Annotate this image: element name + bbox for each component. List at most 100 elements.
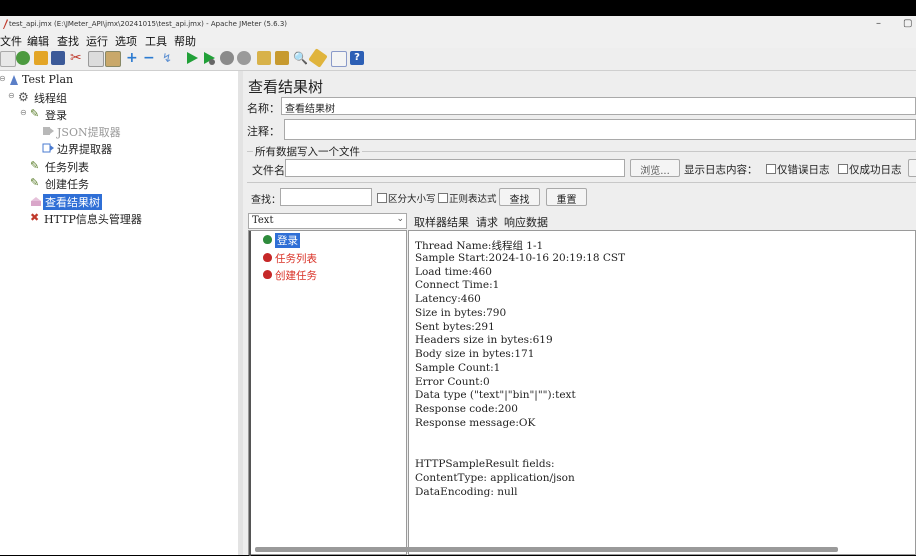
case-sensitive-checkbox[interactable] [377,193,387,203]
regex-label: 正则表达式 [449,194,497,205]
templates-icon[interactable] [16,51,30,65]
menu-tools[interactable]: 工具 [145,33,167,49]
function-helper-icon[interactable] [331,51,347,67]
search-label: 查找： [251,195,281,206]
error-shield-icon [263,253,272,262]
reset-search-icon[interactable] [308,48,328,68]
maximize-button[interactable]: ▢ [903,18,912,29]
help-icon[interactable]: ? [350,51,364,65]
panel-title: 查看结果树 [248,78,324,96]
window-title-bar: test_api.jmx (E:\JMeter_API\jmx\20241015… [0,16,916,32]
tab-request[interactable]: 请求 [476,214,498,230]
detail-line: Response message:OK [415,417,536,429]
case-sensitive-label: 区分大小写 [388,194,436,205]
menu-run[interactable]: 运行 [86,33,108,49]
detail-line: ContentType: application/json [415,472,575,484]
start-icon[interactable] [185,51,199,65]
detail-line: Body size in bytes:171 [415,348,535,360]
browse-button[interactable]: 浏览... [630,159,680,177]
detail-line: Sample Start:2024-10-16 20:19:18 CST [415,252,626,264]
renderer-select[interactable]: Text ⌄ [248,213,407,229]
stop-icon[interactable] [220,51,234,65]
sampler-result-text[interactable]: Thread Name:线程组 1-1 Sample Start:2024-10… [408,230,916,555]
menu-help[interactable]: 帮助 [174,33,196,49]
paste-icon[interactable] [105,51,121,67]
detail-line: Data type ("text"|"bin"|""):text [415,389,576,401]
detail-line: Size in bytes:790 [415,307,507,319]
error-shield-icon [263,270,272,279]
comment-label: 注释： [247,125,280,138]
detail-line: Connect Time:1 [415,279,500,291]
file-section-title: 所有数据写入一个文件 [253,144,362,159]
sampler-icon: ✎ [30,159,40,172]
success-only-checkbox[interactable] [838,164,848,174]
jmeter-feather-icon [3,19,8,29]
reset-button[interactable]: 重置 [546,188,587,206]
detail-line: Sent bytes:291 [415,321,495,333]
view-results-tree-panel: 查看结果树 名称： 查看结果树 注释： 所有数据写入一个文件 文件名 浏览...… [243,71,916,556]
shutdown-icon[interactable] [237,51,251,65]
extractor-icon [42,143,54,153]
detail-line: Headers size in bytes:619 [415,334,553,346]
divider [247,182,916,183]
expand-icon[interactable]: + [126,51,140,65]
chevron-down-icon: ⌄ [396,214,404,224]
gear-icon: ⚙ [18,90,29,104]
menu-search[interactable]: 查找 [57,33,79,49]
menu-bar: 文件 编辑 查找 运行 选项 工具 帮助 [0,32,916,48]
regex-checkbox[interactable] [438,193,448,203]
errors-only-checkbox[interactable] [766,164,776,174]
detail-line: Load time:460 [415,266,492,278]
listener-icon [31,197,41,206]
toggle-icon[interactable]: ↯ [162,51,176,65]
search-input[interactable] [280,188,372,206]
detail-line: Sample Count:1 [415,362,501,374]
filename-label: 文件名 [252,164,285,177]
detail-line: Response code:200 [415,403,518,415]
start-no-pause-icon[interactable] [202,51,216,65]
sampler-icon: ✎ [30,107,40,120]
detail-line: DataEncoding: null [415,486,518,498]
tree-expander[interactable]: ⊖ [0,74,6,83]
tab-sampler-result[interactable]: 取样器结果 [414,214,469,230]
test-plan-tree: ⊖ Test Plan ⊖ ⚙ 线程组 ⊖ ✎ 登录 JSON提取器 边界提取器… [0,71,239,555]
window-title: test_api.jmx (E:\JMeter_API\jmx\20241015… [9,20,288,28]
find-button[interactable]: 查找 [499,188,540,206]
detail-line: Thread Name:线程组 1-1 [415,240,544,252]
list-left-edge [249,231,251,556]
detail-line: Latency:460 [415,293,481,305]
extractor-icon [43,127,54,135]
horizontal-scrollbar[interactable] [255,547,838,552]
errors-only-label: 仅错误日志 [777,164,830,176]
save-icon[interactable] [51,51,65,65]
minimize-button[interactable]: – [876,18,881,29]
success-only-label: 仅成功日志 [849,164,902,176]
test-plan-icon [10,75,18,85]
renderer-select-value: Text [252,215,274,226]
collapse-icon[interactable]: − [143,51,157,65]
comment-field[interactable] [284,119,916,140]
menu-file[interactable]: 文件 [0,33,22,49]
log-content-label: 显示日志内容： [684,164,758,176]
clear-icon[interactable] [257,51,271,65]
new-icon[interactable] [0,51,16,67]
search-icon[interactable]: 🔍 [293,51,308,65]
copy-icon[interactable] [88,51,104,67]
configure-button[interactable] [908,159,916,177]
clear-all-icon[interactable] [275,51,289,65]
tree-expander[interactable]: ⊖ [20,108,27,117]
success-shield-icon [263,235,272,244]
tab-response-data[interactable]: 响应数据 [504,214,548,230]
detail-line: HTTPSampleResult fields: [415,458,555,470]
cut-icon[interactable]: ✂ [70,51,84,65]
filename-field[interactable] [285,159,625,177]
tree-expander[interactable]: ⊖ [8,91,15,100]
name-field[interactable]: 查看结果树 [281,97,916,115]
menu-options[interactable]: 选项 [115,33,137,49]
open-icon[interactable] [34,51,48,65]
result-list: 登录 任务列表 创建任务 [248,230,407,556]
menu-edit[interactable]: 编辑 [27,33,49,49]
config-icon: ✖ [30,211,40,224]
name-label: 名称： [247,102,280,115]
sampler-icon: ✎ [30,176,40,189]
